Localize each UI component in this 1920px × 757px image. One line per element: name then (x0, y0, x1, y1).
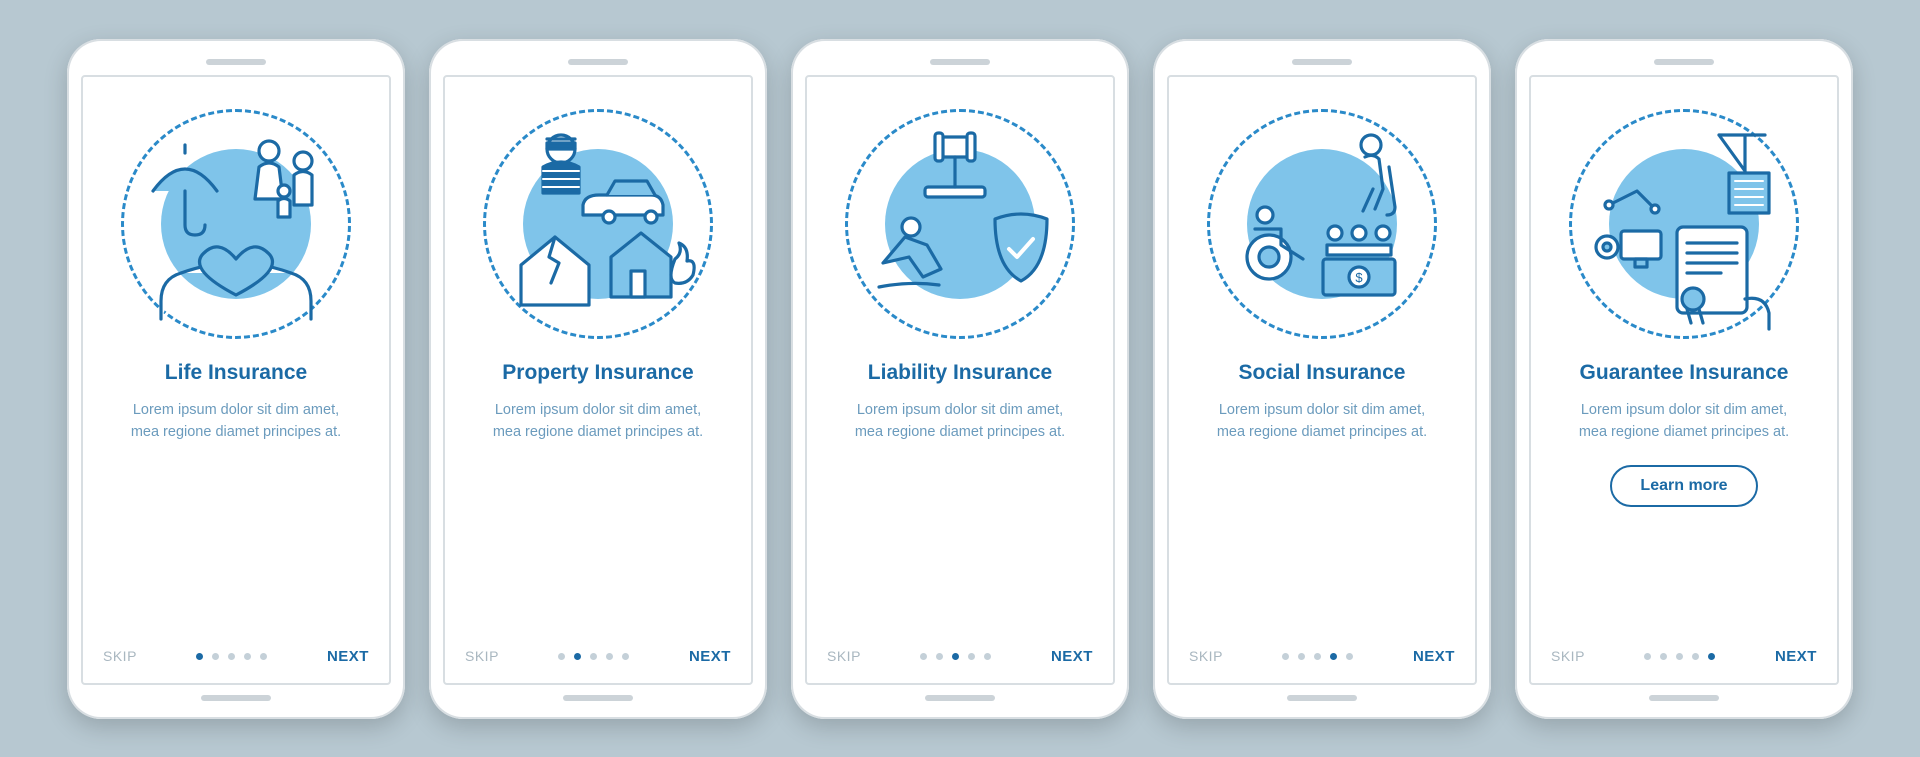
speaker-slot (568, 59, 628, 65)
screen-title: Liability Insurance (858, 359, 1062, 386)
page-dots (196, 653, 267, 660)
page-dot[interactable] (590, 653, 597, 660)
page-dot[interactable] (1346, 653, 1353, 660)
page-dot[interactable] (1330, 653, 1337, 660)
speaker-slot (206, 59, 266, 65)
page-dot[interactable] (558, 653, 565, 660)
screen-description: Lorem ipsum dolor sit dim amet, mea regi… (103, 400, 369, 444)
illustration-guarantee (1569, 109, 1799, 339)
page-dot[interactable] (622, 653, 629, 660)
next-button[interactable]: NEXT (1051, 648, 1093, 665)
screen-title: Property Insurance (492, 359, 703, 386)
onboarding-screen-life: Life Insurance Lorem ipsum dolor sit dim… (81, 75, 391, 685)
skip-button[interactable]: SKIP (1189, 648, 1223, 664)
page-dot[interactable] (244, 653, 251, 660)
phone-frame: Life Insurance Lorem ipsum dolor sit dim… (67, 39, 405, 719)
phone-frame: Guarantee Insurance Lorem ipsum dolor si… (1515, 39, 1853, 719)
property-insurance-icon (483, 109, 713, 339)
speaker-slot (1292, 59, 1352, 65)
screen-title: Social Insurance (1229, 359, 1416, 386)
page-dots (1282, 653, 1353, 660)
life-insurance-icon (121, 109, 351, 339)
page-dot[interactable] (260, 653, 267, 660)
phone-frame: Property Insurance Lorem ipsum dolor sit… (429, 39, 767, 719)
svg-text:$: $ (1355, 270, 1363, 285)
page-dot[interactable] (984, 653, 991, 660)
illustration-liability (845, 109, 1075, 339)
home-indicator (1287, 695, 1357, 701)
page-dots (1644, 653, 1715, 660)
speaker-slot (930, 59, 990, 65)
skip-button[interactable]: SKIP (827, 648, 861, 664)
page-dot[interactable] (1298, 653, 1305, 660)
skip-button[interactable]: SKIP (1551, 648, 1585, 664)
page-dot[interactable] (1660, 653, 1667, 660)
learn-more-button[interactable]: Learn more (1610, 465, 1757, 507)
next-button[interactable]: NEXT (327, 648, 369, 665)
onboarding-screen-guarantee: Guarantee Insurance Lorem ipsum dolor si… (1529, 75, 1839, 685)
page-dot[interactable] (1314, 653, 1321, 660)
page-dot[interactable] (1676, 653, 1683, 660)
social-insurance-icon: $ (1207, 109, 1437, 339)
screen-description: Lorem ipsum dolor sit dim amet, mea regi… (1189, 400, 1455, 444)
home-indicator (201, 695, 271, 701)
page-dot[interactable] (952, 653, 959, 660)
skip-button[interactable]: SKIP (103, 648, 137, 664)
page-dot[interactable] (606, 653, 613, 660)
page-dots (558, 653, 629, 660)
screen-description: Lorem ipsum dolor sit dim amet, mea regi… (465, 400, 731, 444)
nav-bar: SKIP NEXT (1189, 648, 1455, 665)
illustration-property (483, 109, 713, 339)
next-button[interactable]: NEXT (1413, 648, 1455, 665)
screen-description: Lorem ipsum dolor sit dim amet, mea regi… (827, 400, 1093, 444)
screen-title: Life Insurance (155, 359, 317, 386)
page-dot[interactable] (196, 653, 203, 660)
phone-frame: Liability Insurance Lorem ipsum dolor si… (791, 39, 1129, 719)
page-dots (920, 653, 991, 660)
home-indicator (563, 695, 633, 701)
next-button[interactable]: NEXT (689, 648, 731, 665)
skip-button[interactable]: SKIP (465, 648, 499, 664)
page-dot[interactable] (936, 653, 943, 660)
onboarding-screen-social: $ Social Insurance Lorem ipsum dolor sit… (1167, 75, 1477, 685)
nav-bar: SKIP NEXT (465, 648, 731, 665)
nav-bar: SKIP NEXT (103, 648, 369, 665)
phone-frame: $ Social Insurance Lorem ipsum dolor sit… (1153, 39, 1491, 719)
page-dot[interactable] (1644, 653, 1651, 660)
home-indicator (1649, 695, 1719, 701)
liability-insurance-icon (845, 109, 1075, 339)
phone-row: Life Insurance Lorem ipsum dolor sit dim… (67, 39, 1853, 719)
screen-description: Lorem ipsum dolor sit dim amet, mea regi… (1551, 400, 1817, 444)
next-button[interactable]: NEXT (1775, 648, 1817, 665)
screen-title: Guarantee Insurance (1570, 359, 1799, 386)
page-dot[interactable] (574, 653, 581, 660)
page-dot[interactable] (228, 653, 235, 660)
home-indicator (925, 695, 995, 701)
page-dot[interactable] (968, 653, 975, 660)
nav-bar: SKIP NEXT (1551, 648, 1817, 665)
onboarding-screen-liability: Liability Insurance Lorem ipsum dolor si… (805, 75, 1115, 685)
page-dot[interactable] (212, 653, 219, 660)
page-dot[interactable] (1708, 653, 1715, 660)
page-dot[interactable] (920, 653, 927, 660)
nav-bar: SKIP NEXT (827, 648, 1093, 665)
page-dot[interactable] (1692, 653, 1699, 660)
illustration-social: $ (1207, 109, 1437, 339)
speaker-slot (1654, 59, 1714, 65)
guarantee-insurance-icon (1569, 109, 1799, 339)
onboarding-screen-property: Property Insurance Lorem ipsum dolor sit… (443, 75, 753, 685)
illustration-life (121, 109, 351, 339)
page-dot[interactable] (1282, 653, 1289, 660)
